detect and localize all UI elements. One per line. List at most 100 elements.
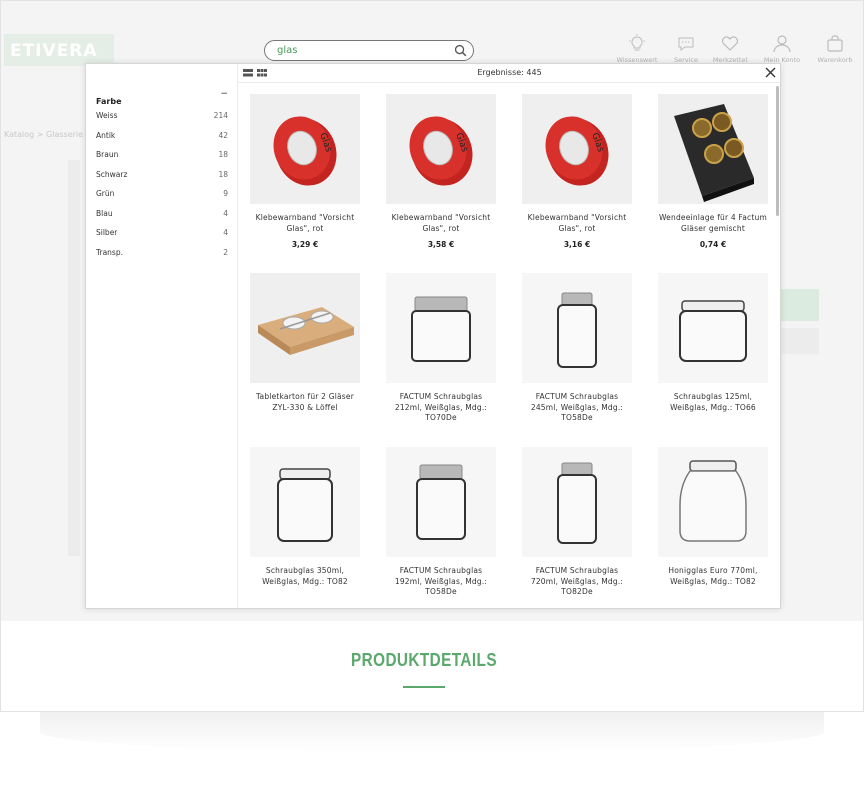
- product-title[interactable]: Tabletkarton für 2 Gläser ZYL-330 & Löff…: [250, 392, 360, 413]
- background-secondary-button: [780, 328, 819, 354]
- product-title[interactable]: FACTUM Schraubglas 245ml, Weißglas, Mdg.…: [522, 392, 632, 424]
- filter-label: Weiss: [96, 111, 118, 120]
- header-merkzettel[interactable]: Merkzettel: [705, 34, 755, 64]
- close-icon[interactable]: [765, 67, 776, 78]
- heart-icon: [721, 36, 739, 51]
- product-image[interactable]: [386, 273, 496, 383]
- section-title: PRODUKTDETAILS: [351, 650, 497, 670]
- product-title[interactable]: Schraubglas 125ml, Weißglas, Mdg.: TO66: [658, 392, 768, 413]
- filter-item-schwarz[interactable]: Schwarz 18: [96, 170, 228, 190]
- filter-count: 18: [218, 169, 228, 179]
- product-image[interactable]: [522, 447, 632, 557]
- background-cart-button: [780, 289, 819, 321]
- search-box[interactable]: [264, 40, 474, 61]
- filter-list: Weiss 214 Antik 42 Braun 18 Schwarz 18 Grün 9…: [96, 111, 228, 267]
- tape-roll-icon: Glas: [273, 116, 337, 186]
- product-price: 3,58 €: [427, 240, 455, 249]
- section-underline: [403, 686, 445, 688]
- filter-item-weiss[interactable]: Weiss 214: [96, 111, 228, 131]
- filter-count: 18: [218, 150, 228, 159]
- header-service[interactable]: Service: [661, 34, 711, 64]
- filter-label: Braun: [96, 150, 119, 159]
- bag-icon: [827, 35, 843, 52]
- filter-label: Antik: [96, 130, 116, 140]
- search-input[interactable]: [277, 43, 447, 58]
- results-scrollbar[interactable]: [776, 86, 779, 216]
- tape-roll-icon: Glas: [545, 116, 609, 186]
- product-card[interactable]: FACTUM Schraubglas 192ml, Weißglas, Mdg.…: [386, 447, 496, 598]
- product-card[interactable]: Glas Klebewarnband "Vorsicht Glas", rot …: [250, 94, 360, 249]
- product-image[interactable]: Glas: [522, 94, 632, 204]
- filter-item-silber[interactable]: Silber 4: [96, 228, 228, 248]
- collapse-icon[interactable]: −: [220, 89, 228, 99]
- jar-tray-icon: [674, 104, 754, 202]
- product-price: 3,16 €: [563, 240, 591, 249]
- product-price: 3,29 €: [291, 240, 319, 249]
- product-card[interactable]: Tabletkarton für 2 Gläser ZYL-330 & Löff…: [250, 273, 360, 413]
- product-title[interactable]: FACTUM Schraubglas 212ml, Weißglas, Mdg.…: [386, 392, 496, 424]
- filter-count: 2: [223, 247, 228, 257]
- product-image[interactable]: [658, 273, 768, 383]
- filter-count: 42: [218, 130, 228, 140]
- jar-icon: [557, 462, 597, 544]
- search-icon[interactable]: [454, 44, 467, 57]
- tape-roll-icon: Glas: [409, 116, 473, 186]
- lightbulb-icon: [629, 34, 645, 51]
- filter-item-gruen[interactable]: Grün 9: [96, 189, 228, 209]
- product-title[interactable]: FACTUM Schraubglas 192ml, Weißglas, Mdg.…: [386, 566, 496, 598]
- product-image[interactable]: [658, 447, 768, 557]
- filter-item-braun[interactable]: Braun 18: [96, 150, 228, 170]
- page-shadow: [40, 712, 824, 752]
- header-icon-label: Warenkorb: [817, 56, 853, 64]
- jar-icon: [679, 300, 747, 362]
- product-image[interactable]: [522, 273, 632, 383]
- results-count: Ergebnisse: 445: [477, 68, 542, 77]
- site-logo[interactable]: ETIVERA: [4, 34, 114, 66]
- product-title[interactable]: Klebewarnband "Vorsicht Glas", rot: [386, 213, 496, 234]
- filter-item-antik[interactable]: Antik 42: [96, 131, 228, 151]
- chat-icon: [678, 37, 694, 51]
- header-wissenswert[interactable]: Wissenswert: [612, 34, 662, 64]
- product-title[interactable]: Honigglas Euro 770ml, Weißglas, Mdg.: TO…: [658, 566, 768, 587]
- product-image[interactable]: [658, 94, 768, 204]
- breadcrumb[interactable]: Katalog > Glasserie: [4, 130, 83, 139]
- product-title[interactable]: Wendeeinlage für 4 Factum Gläser gemisch…: [658, 213, 768, 234]
- cardboard-box-icon: [258, 307, 354, 355]
- search-results-overlay: Farbe − Weiss 214 Antik 42 Braun 18 Schwarz…: [85, 63, 781, 609]
- filter-label: Transp.: [96, 247, 123, 257]
- product-card[interactable]: Schraubglas 350ml, Weißglas, Mdg.: TO82: [250, 447, 360, 587]
- product-title[interactable]: FACTUM Schraubglas 720ml, Weißglas, Mdg.…: [522, 566, 632, 598]
- header-mein-konto[interactable]: Mein Konto: [757, 34, 807, 64]
- results-area[interactable]: Glas Klebewarnband "Vorsicht Glas", rot …: [238, 84, 780, 608]
- product-card[interactable]: Glas Klebewarnband "Vorsicht Glas", rot …: [522, 94, 632, 249]
- jar-icon: [411, 296, 471, 362]
- product-card[interactable]: Honigglas Euro 770ml, Weißglas, Mdg.: TO…: [658, 447, 768, 587]
- product-image[interactable]: Glas: [250, 94, 360, 204]
- product-card[interactable]: Glas Klebewarnband "Vorsicht Glas", rot …: [386, 94, 496, 249]
- product-card[interactable]: Schraubglas 125ml, Weißglas, Mdg.: TO66: [658, 273, 768, 413]
- product-card[interactable]: FACTUM Schraubglas 245ml, Weißglas, Mdg.…: [522, 273, 632, 424]
- product-image[interactable]: [250, 273, 360, 383]
- filter-item-blau[interactable]: Blau 4: [96, 209, 228, 229]
- filter-count: 4: [223, 228, 228, 237]
- filter-item-transp[interactable]: Transp. 2: [96, 248, 228, 268]
- product-title[interactable]: Klebewarnband "Vorsicht Glas", rot: [522, 213, 632, 234]
- product-title[interactable]: Schraubglas 350ml, Weißglas, Mdg.: TO82: [250, 566, 360, 587]
- product-image[interactable]: [386, 447, 496, 557]
- jar-icon: [416, 464, 466, 540]
- jar-icon: [679, 460, 747, 542]
- filter-header[interactable]: Farbe −: [96, 89, 228, 106]
- product-card[interactable]: FACTUM Schraubglas 212ml, Weißglas, Mdg.…: [386, 273, 496, 424]
- product-image[interactable]: [250, 447, 360, 557]
- header-warenkorb[interactable]: Warenkorb: [810, 34, 860, 64]
- user-icon: [773, 35, 791, 53]
- jar-icon: [557, 292, 597, 368]
- product-card[interactable]: FACTUM Schraubglas 720ml, Weißglas, Mdg.…: [522, 447, 632, 598]
- filter-count: 4: [223, 208, 228, 218]
- product-title[interactable]: Klebewarnband "Vorsicht Glas", rot: [250, 213, 360, 234]
- product-image[interactable]: Glas: [386, 94, 496, 204]
- filter-label: Schwarz: [96, 169, 128, 179]
- product-card[interactable]: Wendeeinlage für 4 Factum Gläser gemisch…: [658, 94, 768, 249]
- filter-label: Blau: [96, 208, 113, 218]
- filter-count: 214: [213, 111, 228, 120]
